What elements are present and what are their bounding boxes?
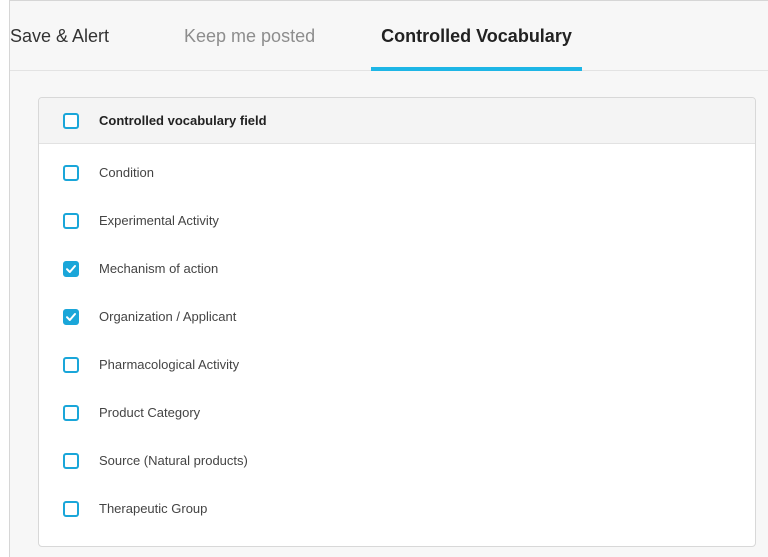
- vocab-item-label: Mechanism of action: [99, 261, 219, 276]
- tab-keep-me-posted[interactable]: Keep me posted: [184, 1, 334, 70]
- vocab-item-pharmacological-activity[interactable]: Pharmacological Activity: [39, 349, 755, 379]
- vocab-item-checkbox[interactable]: [63, 357, 79, 373]
- page-frame: Save & Alert Keep me posted Controlled V…: [9, 0, 768, 557]
- tab-bar: Save & Alert Keep me posted Controlled V…: [10, 1, 768, 71]
- vocab-item-checkbox[interactable]: [63, 309, 79, 325]
- panel-header: Controlled vocabulary field: [39, 98, 755, 144]
- vocab-item-checkbox[interactable]: [63, 453, 79, 469]
- tab-controlled-vocabulary[interactable]: Controlled Vocabulary: [371, 1, 582, 71]
- vocab-item-source-natural-products[interactable]: Source (Natural products): [39, 445, 755, 475]
- checkmark-icon: [66, 313, 76, 321]
- panel-header-label: Controlled vocabulary field: [99, 113, 267, 128]
- vocab-item-organization-applicant[interactable]: Organization / Applicant: [39, 301, 755, 331]
- select-all-checkbox[interactable]: [63, 113, 79, 129]
- vocab-item-label: Condition: [99, 165, 154, 180]
- vocab-item-checkbox[interactable]: [63, 405, 79, 421]
- vocab-item-mechanism-of-action[interactable]: Mechanism of action: [39, 253, 755, 283]
- vocab-item-checkbox[interactable]: [63, 165, 79, 181]
- vocab-item-label: Experimental Activity: [99, 213, 219, 228]
- vocab-item-label: Source (Natural products): [99, 453, 248, 468]
- tab-save-alert[interactable]: Save & Alert: [10, 1, 130, 70]
- tab-controlled-vocabulary-label: Controlled Vocabulary: [381, 26, 572, 46]
- vocab-item-experimental-activity[interactable]: Experimental Activity: [39, 205, 755, 235]
- vocab-item-label: Therapeutic Group: [99, 501, 208, 516]
- vocab-item-therapeutic-group[interactable]: Therapeutic Group: [39, 493, 755, 523]
- vocab-item-condition[interactable]: Condition: [39, 157, 755, 187]
- vocab-item-label: Pharmacological Activity: [99, 357, 240, 372]
- vocab-item-product-category[interactable]: Product Category: [39, 397, 755, 427]
- vocabulary-panel: Controlled vocabulary field Condition Exp…: [38, 97, 756, 547]
- vocab-item-checkbox[interactable]: [63, 261, 79, 277]
- vocab-item-label: Product Category: [99, 405, 201, 420]
- vocab-item-checkbox[interactable]: [63, 501, 79, 517]
- vocab-item-checkbox[interactable]: [63, 213, 79, 229]
- checkmark-icon: [66, 265, 76, 273]
- active-tab-indicator: [371, 67, 582, 71]
- vocab-item-label: Organization / Applicant: [99, 309, 237, 324]
